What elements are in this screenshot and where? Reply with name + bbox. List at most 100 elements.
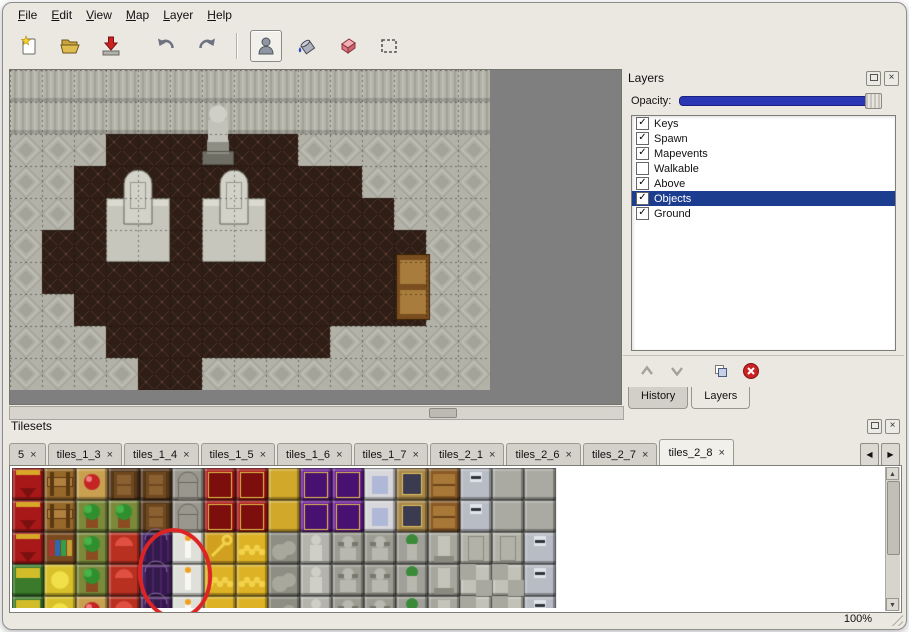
layers-toolbar <box>623 355 904 386</box>
tilesets-close-button[interactable]: × <box>885 419 900 434</box>
tab-close-icon[interactable]: × <box>107 449 113 461</box>
layer-row-walkable[interactable]: Walkable <box>632 161 895 176</box>
layer-visibility-checkbox[interactable]: ✓ <box>636 117 649 130</box>
undo-button[interactable] <box>150 30 182 62</box>
scroll-up-button[interactable]: ▲ <box>886 467 899 480</box>
tab-label: tiles_1_5 <box>210 449 254 461</box>
person-stamp-icon <box>255 35 277 57</box>
duplicate-layer-icon <box>712 362 730 380</box>
tab-close-icon[interactable]: × <box>489 449 495 461</box>
tabs-scroll-right-button[interactable]: ▶ <box>881 443 900 466</box>
layer-row-objects[interactable]: ✓ Objects <box>632 191 895 206</box>
tilesets-float-button[interactable] <box>867 419 882 434</box>
tab-label: tiles_1_3 <box>57 449 101 461</box>
arrow-down-icon <box>668 362 686 380</box>
tileset-tab-tiles_2_7[interactable]: tiles_2_7 × <box>583 443 657 465</box>
scroll-down-button[interactable]: ▼ <box>886 598 899 611</box>
opacity-label: Opacity: <box>631 95 671 107</box>
open-button[interactable] <box>54 30 86 62</box>
tileset-tab-tiles_1_6[interactable]: tiles_1_6× <box>277 443 351 465</box>
map-canvas[interactable] <box>10 70 490 390</box>
tab-close-icon[interactable]: × <box>566 449 572 461</box>
float-icon <box>871 422 879 429</box>
eraser-tool-button[interactable] <box>332 30 364 62</box>
tileset-tab-tiles_1_7[interactable]: tiles_1_7× <box>354 443 428 465</box>
tileset-tab-5[interactable]: 5× <box>9 443 46 465</box>
layer-visibility-checkbox[interactable]: ✓ <box>636 177 649 190</box>
layer-delete-button[interactable] <box>739 359 763 383</box>
layer-label: Above <box>654 178 685 190</box>
layers-close-button[interactable]: × <box>884 71 899 86</box>
layers-list[interactable]: ✓ Keys ✓ Spawn ✓ Mapevents Walkable ✓ Above ✓ Obje… <box>631 115 896 351</box>
tab-close-icon[interactable]: × <box>183 449 189 461</box>
map-viewport[interactable] <box>9 69 622 405</box>
menu-edit[interactable]: Edit <box>44 5 79 25</box>
layer-row-above[interactable]: ✓ Above <box>632 176 895 191</box>
layers-panel-titlebar: Layers × <box>623 69 904 87</box>
select-tool-button[interactable] <box>373 30 405 62</box>
layer-row-keys[interactable]: ✓ Keys <box>632 116 895 131</box>
tab-close-icon[interactable]: × <box>718 447 724 459</box>
opacity-slider[interactable] <box>679 96 880 106</box>
tab-label: tiles_1_4 <box>133 449 177 461</box>
save-button[interactable] <box>95 30 127 62</box>
open-folder-icon <box>59 35 81 57</box>
tab-close-icon[interactable]: × <box>642 449 648 461</box>
tab-close-icon[interactable]: × <box>336 449 342 461</box>
vscrollbar-thumb[interactable] <box>887 481 900 555</box>
tab-label: tiles_2_7 <box>592 449 636 461</box>
layer-visibility-checkbox[interactable]: ✓ <box>636 192 649 205</box>
layer-duplicate-button[interactable] <box>709 359 733 383</box>
tileset-vertical-scrollbar[interactable]: ▲ ▼ <box>885 467 900 611</box>
layer-down-button[interactable] <box>665 359 689 383</box>
app-window: File Edit View Map Layer Help <box>2 2 907 630</box>
menu-view[interactable]: View <box>79 5 119 25</box>
tileset-tab-tiles_1_5[interactable]: tiles_1_5 × <box>201 443 275 465</box>
tab-history[interactable]: History <box>628 387 688 409</box>
opacity-slider-handle[interactable] <box>865 93 882 109</box>
layer-visibility-checkbox[interactable]: ✓ <box>636 132 649 145</box>
tilesets-panel-title: Tilesets <box>11 419 52 433</box>
layers-panel-tabs: History Layers <box>628 387 753 409</box>
layer-label: Objects <box>654 193 691 205</box>
tileset-tab-tiles_2_6[interactable]: tiles_2_6× <box>506 443 580 465</box>
layers-float-button[interactable] <box>866 71 881 86</box>
tab-label: tiles_2_8 <box>668 447 712 459</box>
tileset-tab-tiles_1_4[interactable]: tiles_1_4 × <box>124 443 198 465</box>
layer-visibility-checkbox[interactable]: ✓ <box>636 207 649 220</box>
menu-file[interactable]: File <box>11 5 44 25</box>
tab-close-icon[interactable]: × <box>30 449 36 461</box>
layer-row-mapevents[interactable]: ✓ Mapevents <box>632 146 895 161</box>
tabs-scroll-left-button[interactable]: ◀ <box>860 443 879 466</box>
tileset-tab-tiles_1_3[interactable]: tiles_1_3 × <box>48 443 122 465</box>
layer-visibility-checkbox[interactable]: ✓ <box>636 147 649 160</box>
tileset-tab-tiles_2_8[interactable]: tiles_2_8 × <box>659 439 733 466</box>
layer-label: Keys <box>654 118 678 130</box>
tab-layers[interactable]: Layers <box>691 387 750 409</box>
menu-layer[interactable]: Layer <box>156 5 200 25</box>
layer-label: Spawn <box>654 133 688 145</box>
new-file-icon <box>18 35 40 57</box>
layers-panel-title: Layers <box>628 71 664 85</box>
menu-help[interactable]: Help <box>200 5 239 25</box>
tileset-tab-tiles_2_1[interactable]: tiles_2_1 × <box>430 443 504 465</box>
layer-visibility-checkbox[interactable] <box>636 162 649 175</box>
layer-label: Mapevents <box>654 148 708 160</box>
tab-close-icon[interactable]: × <box>260 449 266 461</box>
redo-button[interactable] <box>191 30 223 62</box>
zoom-level: 100% <box>844 613 872 625</box>
tab-close-icon[interactable]: × <box>413 449 419 461</box>
layer-up-button[interactable] <box>635 359 659 383</box>
layer-row-spawn[interactable]: ✓ Spawn <box>632 131 895 146</box>
stamp-tool-button[interactable] <box>250 30 282 62</box>
menu-bar: File Edit View Map Layer Help <box>3 3 906 27</box>
fill-tool-button[interactable] <box>291 30 323 62</box>
layer-label: Walkable <box>654 163 699 175</box>
tileset-palette[interactable]: ▲ ▼ <box>9 465 902 613</box>
tab-label: tiles_2_1 <box>439 449 483 461</box>
menu-map[interactable]: Map <box>119 5 156 25</box>
redo-icon <box>196 35 218 57</box>
new-button[interactable] <box>13 30 45 62</box>
tileset-canvas[interactable] <box>12 468 572 608</box>
layer-row-ground[interactable]: ✓Ground <box>632 206 895 221</box>
